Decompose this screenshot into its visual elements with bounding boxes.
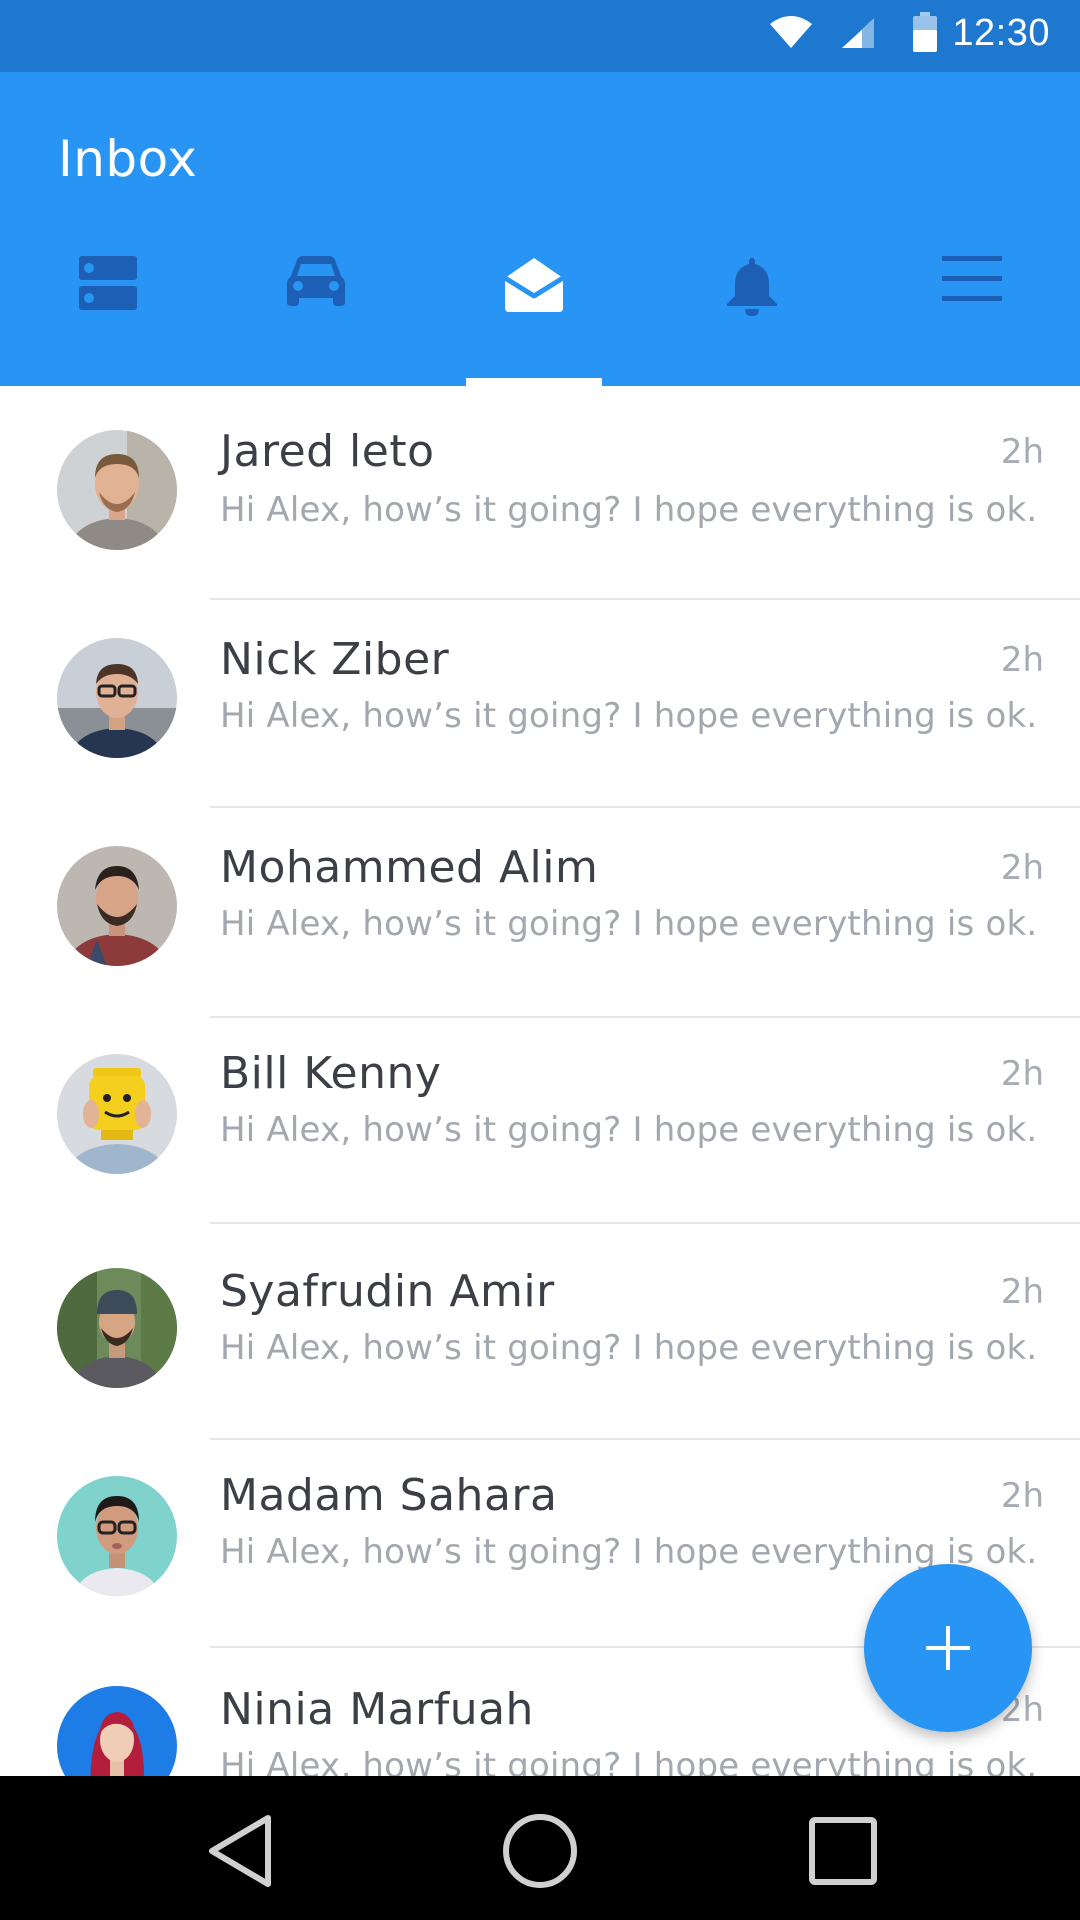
tab-inbox[interactable] xyxy=(426,252,642,386)
message-preview: Hi Alex, how’s it going? I hope everythi… xyxy=(220,904,1038,944)
tab-server[interactable] xyxy=(0,252,216,386)
message-preview: Hi Alex, how’s it going? I hope everythi… xyxy=(220,1110,1038,1150)
status-bar: 12:30 xyxy=(0,0,1080,72)
cell-signal-icon xyxy=(842,18,874,48)
page-title: Inbox xyxy=(58,130,198,188)
sender-name: Syafrudin Amir xyxy=(220,1266,555,1317)
app-bar: Inbox xyxy=(0,72,1080,386)
back-icon xyxy=(209,1815,271,1887)
list-item[interactable]: Bill Kenny 2h Hi Alex, how’s it going? I… xyxy=(0,1018,1080,1226)
message-preview: Hi Alex, how’s it going? I hope everythi… xyxy=(220,1532,1038,1572)
menu-icon xyxy=(942,256,1002,301)
tab-car[interactable] xyxy=(208,252,424,386)
tab-indicator xyxy=(466,378,602,386)
message-time: 2h xyxy=(1000,848,1044,888)
avatar xyxy=(57,430,177,550)
recents-icon xyxy=(809,1817,877,1885)
list-item[interactable]: Mohammed Alim 2h Hi Alex, how’s it going… xyxy=(0,808,1080,1016)
sender-name: Jared leto xyxy=(220,426,435,477)
avatar xyxy=(57,638,177,758)
server-icon xyxy=(79,256,137,310)
mail-open-icon xyxy=(503,258,565,312)
sender-name: Madam Sahara xyxy=(220,1470,558,1521)
avatar xyxy=(57,1476,177,1596)
wifi-icon xyxy=(770,16,812,48)
nav-home-button[interactable] xyxy=(495,1806,585,1896)
avatar xyxy=(57,1054,177,1174)
avatar xyxy=(57,1686,177,1776)
list-item[interactable]: Jared leto 2h Hi Alex, how’s it going? I… xyxy=(0,386,1080,594)
tab-notifications[interactable] xyxy=(644,252,860,386)
sender-name: Ninia Marfuah xyxy=(220,1684,534,1735)
home-icon xyxy=(503,1814,577,1888)
avatar xyxy=(57,846,177,966)
message-preview: Hi Alex, how’s it going? I hope everythi… xyxy=(220,490,1038,530)
plus-icon xyxy=(926,1626,970,1670)
sender-name: Mohammed Alim xyxy=(220,842,599,893)
list-item[interactable]: Syafrudin Amir 2h Hi Alex, how’s it goin… xyxy=(0,1224,1080,1432)
car-icon xyxy=(287,256,345,306)
message-time: 2h xyxy=(1000,432,1044,472)
message-list[interactable]: Jared leto 2h Hi Alex, how’s it going? I… xyxy=(0,386,1080,1776)
message-time: 2h xyxy=(1000,1476,1044,1516)
list-item[interactable]: Nick Ziber 2h Hi Alex, how’s it going? I… xyxy=(0,600,1080,808)
sender-name: Bill Kenny xyxy=(220,1048,442,1099)
compose-button[interactable] xyxy=(864,1564,1032,1732)
sender-name: Nick Ziber xyxy=(220,634,450,685)
bell-icon xyxy=(727,258,777,316)
nav-back-button[interactable] xyxy=(196,1806,286,1896)
message-preview: Hi Alex, how’s it going? I hope everythi… xyxy=(220,1328,1038,1368)
status-time: 12:30 xyxy=(952,12,1050,54)
message-preview: Hi Alex, how’s it going? I hope everythi… xyxy=(220,696,1038,736)
nav-recents-button[interactable] xyxy=(798,1806,888,1896)
tab-menu[interactable] xyxy=(864,252,1080,386)
message-preview: Hi Alex, how’s it going? I hope everythi… xyxy=(220,1746,1038,1776)
message-time: 2h xyxy=(1000,1272,1044,1312)
battery-icon xyxy=(913,12,937,52)
avatar xyxy=(57,1268,177,1388)
message-time: 2h xyxy=(1000,640,1044,680)
message-time: 2h xyxy=(1000,1054,1044,1094)
system-nav-bar xyxy=(0,1776,1080,1920)
